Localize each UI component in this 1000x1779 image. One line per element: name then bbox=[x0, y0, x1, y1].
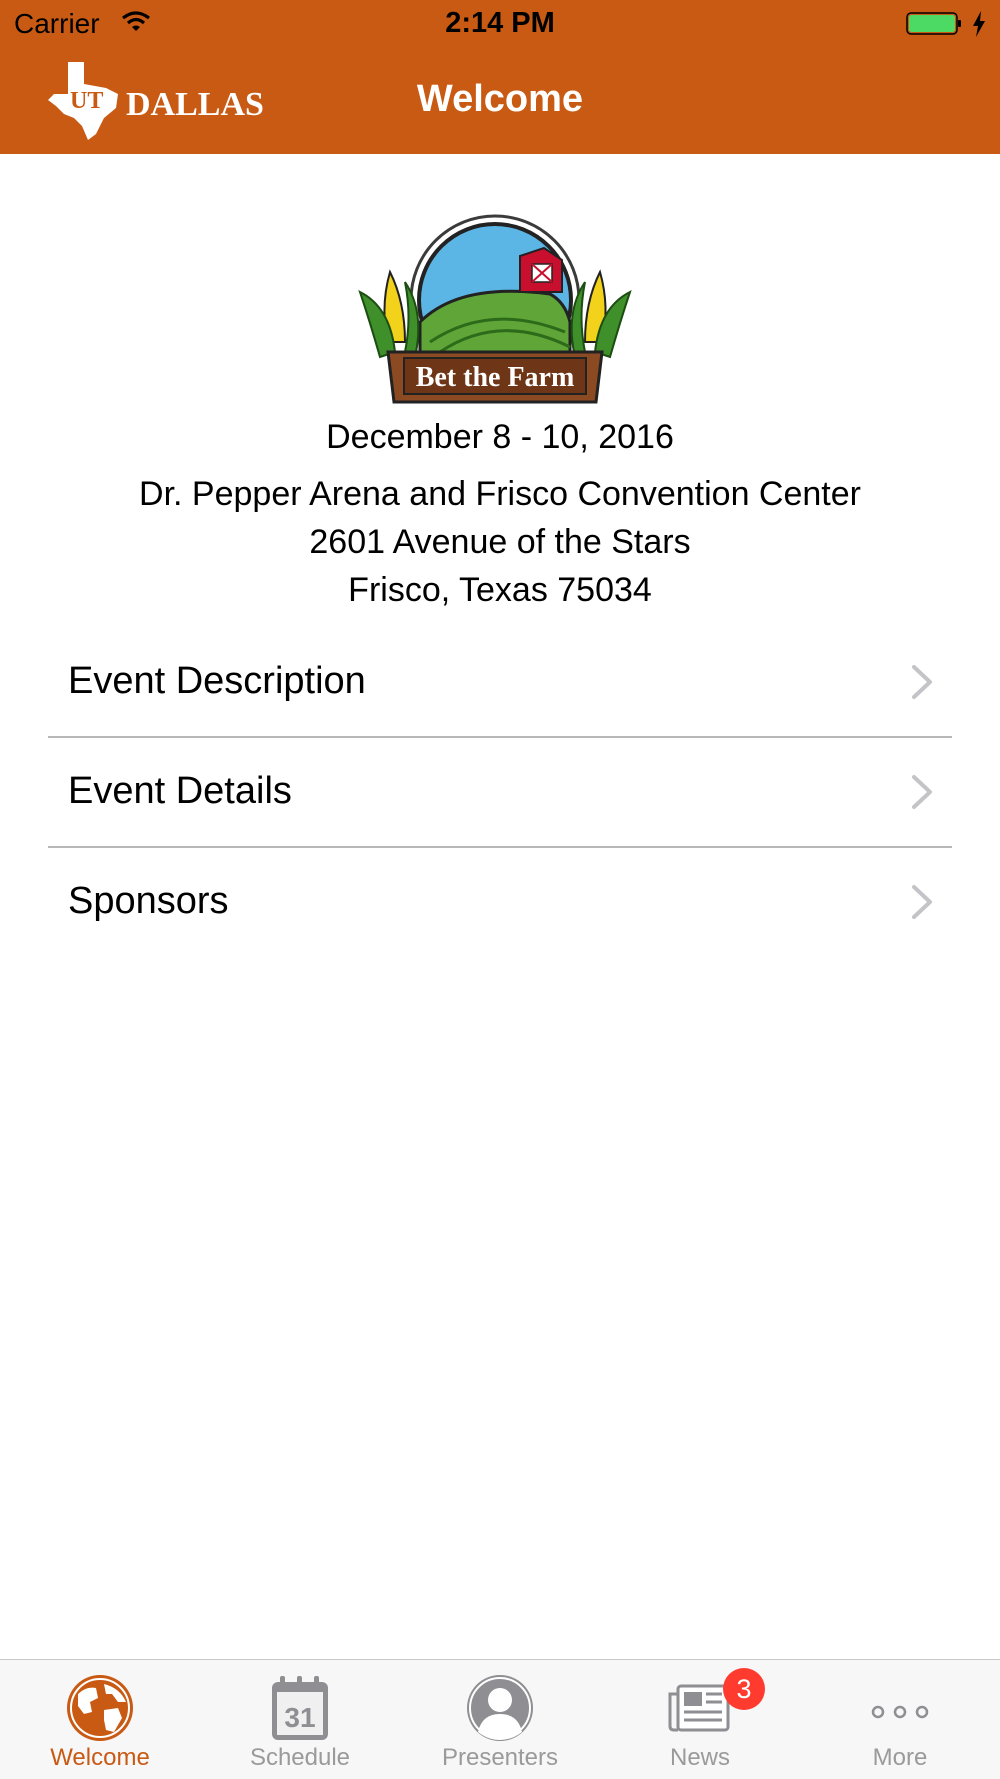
tab-label: News bbox=[669, 1744, 730, 1771]
tab-schedule[interactable]: 31 Schedule bbox=[200, 1660, 400, 1779]
more-icon bbox=[871, 1705, 929, 1719]
list-item-label: Event Details bbox=[68, 770, 292, 812]
news-badge: 3 bbox=[723, 1668, 765, 1710]
tab-label: Schedule bbox=[249, 1744, 351, 1771]
tab-more[interactable]: More bbox=[800, 1660, 1000, 1779]
chevron-right-icon bbox=[912, 665, 932, 699]
calendar-day: 31 bbox=[284, 1702, 315, 1733]
event-address: Dr. Pepper Arena and Frisco Convention C… bbox=[0, 470, 1000, 614]
bet-the-farm-logo: Bet the Farm bbox=[358, 214, 632, 404]
list-item-sponsors[interactable]: Sponsors bbox=[48, 848, 952, 956]
venue-name: Dr. Pepper Arena and Frisco Convention C… bbox=[139, 475, 861, 513]
tab-label: Welcome bbox=[50, 1744, 150, 1771]
list-item-event-details[interactable]: Event Details bbox=[48, 738, 952, 848]
list-item-label: Sponsors bbox=[68, 880, 229, 922]
page-title: Welcome bbox=[416, 78, 584, 120]
city-state-zip: Frisco, Texas 75034 bbox=[348, 571, 652, 609]
person-icon bbox=[467, 1675, 533, 1741]
tab-label: More bbox=[872, 1744, 928, 1771]
globe-icon bbox=[67, 1675, 133, 1741]
street-address: 2601 Avenue of the Stars bbox=[309, 523, 691, 561]
tab-news[interactable]: News bbox=[600, 1660, 800, 1779]
calendar-icon: 31 bbox=[272, 1676, 328, 1740]
status-bar: Carrier 2:14 PM bbox=[0, 0, 1000, 50]
menu-list: Event Description Event Details Sponsors bbox=[48, 628, 952, 956]
tab-label: Presenters bbox=[441, 1744, 559, 1771]
chevron-right-icon bbox=[912, 775, 932, 809]
chevron-right-icon bbox=[912, 885, 932, 919]
clock: 2:14 PM bbox=[445, 7, 555, 39]
charging-icon bbox=[973, 11, 985, 37]
list-item-event-description[interactable]: Event Description bbox=[48, 628, 952, 738]
emblem-text: Bet the Farm bbox=[416, 362, 575, 393]
tab-bar: Welcome 31 Schedule Presenters News More bbox=[0, 1659, 1000, 1779]
navigation-bar: UT DALLAS Welcome bbox=[0, 50, 1000, 154]
tab-welcome[interactable]: Welcome bbox=[0, 1660, 200, 1779]
tab-presenters[interactable]: Presenters bbox=[400, 1660, 600, 1779]
list-item-label: Event Description bbox=[68, 660, 366, 702]
event-date: December 8 - 10, 2016 bbox=[326, 418, 674, 456]
top-bar: Carrier 2:14 PM UT DALLAS Welcome bbox=[0, 0, 1000, 154]
battery-icon bbox=[906, 12, 961, 35]
